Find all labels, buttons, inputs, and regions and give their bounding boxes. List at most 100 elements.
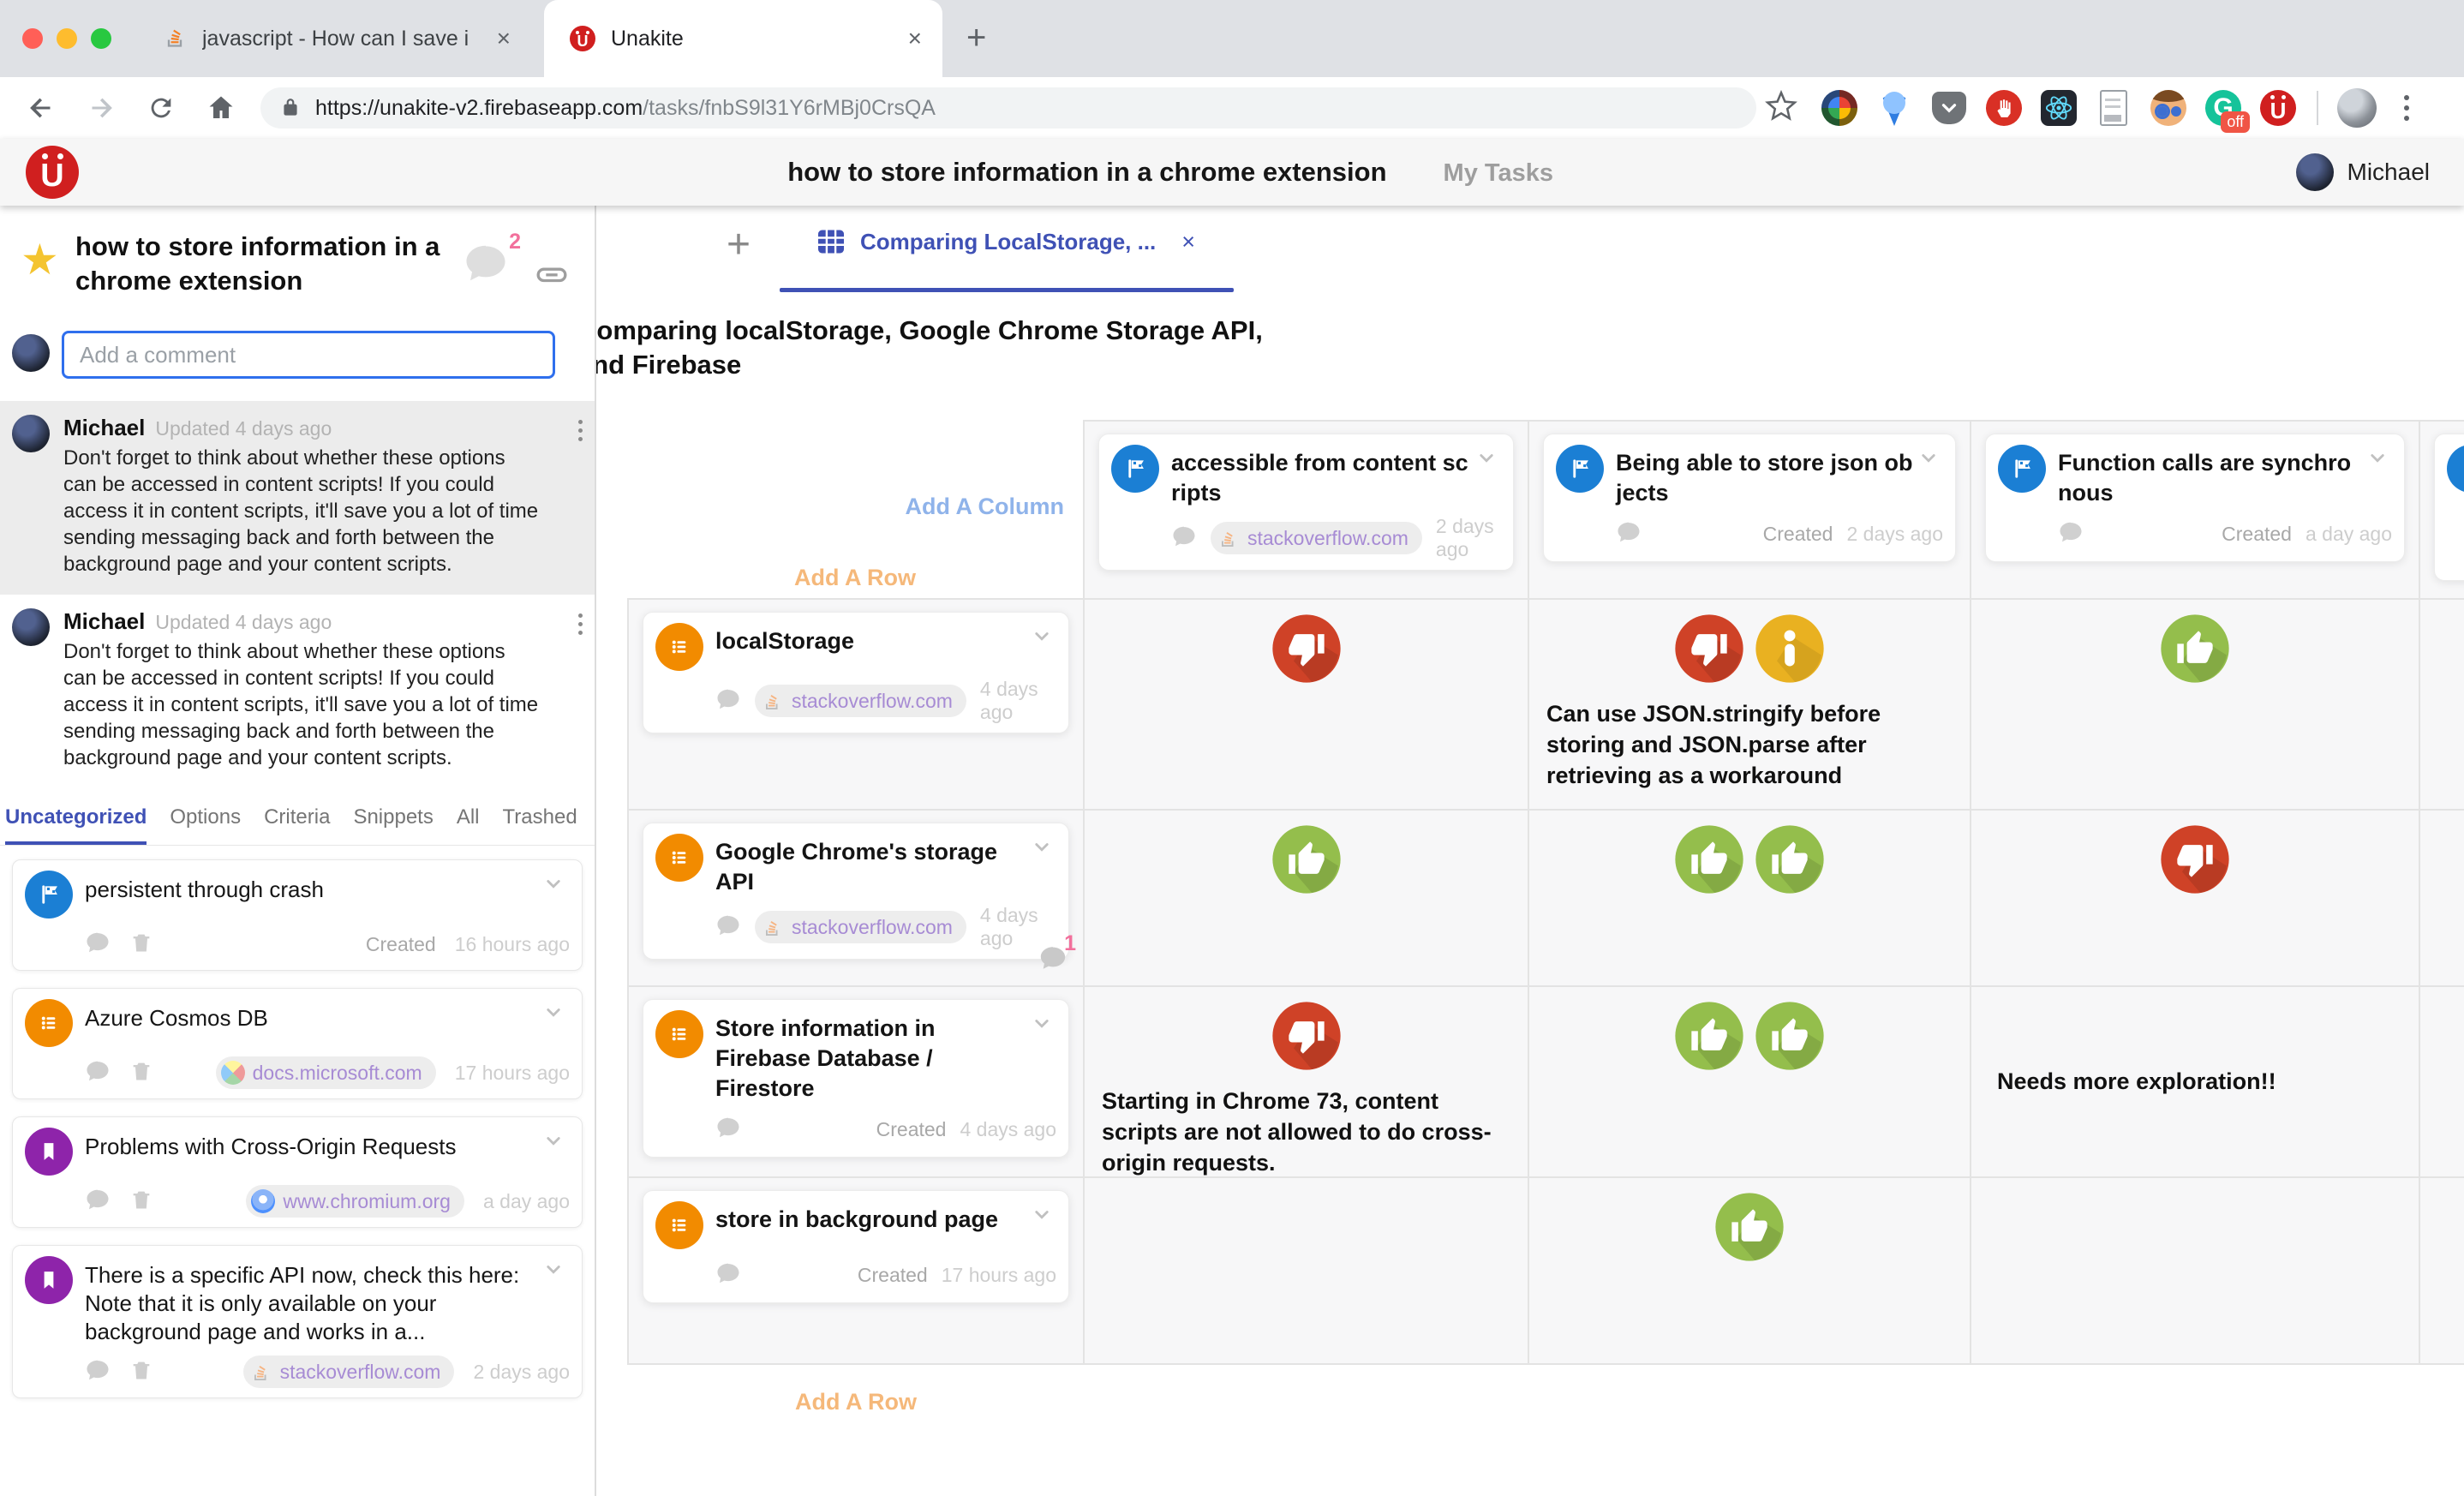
snippet-card-azure-cosmos-db[interactable]: Azure Cosmos DB docs.microsoft.com 17 ho… [12,988,583,1099]
chevron-down-icon[interactable] [1029,1010,1056,1104]
tab-options[interactable]: Options [170,805,241,841]
comment-menu-icon[interactable] [578,613,583,635]
option-card-localstorage[interactable]: localStorage stackoverflow.com 4 days ag… [643,612,1069,733]
close-tab-icon[interactable]: × [908,25,922,52]
link-icon[interactable] [535,257,569,296]
tab-criteria[interactable]: Criteria [264,805,330,841]
trash-icon[interactable] [129,1188,153,1216]
comment-bubble-icon[interactable] [2058,519,2084,549]
source-link-chip[interactable]: www.chromium.org [246,1185,464,1218]
chevron-down-icon[interactable] [1916,445,1943,508]
close-table-tab-icon[interactable]: × [1181,229,1195,255]
thumbs-up-icon[interactable] [1714,1192,1785,1266]
chevron-down-icon[interactable] [2365,445,2392,508]
row-comments-button[interactable]: 1 [1038,943,1068,977]
source-link-chip[interactable]: stackoverflow.com [755,685,966,717]
criterion-card-content-scripts[interactable]: accessible from content scripts stackove… [1098,434,1514,571]
browser-tab-unakite[interactable]: U Unakite × [544,0,942,77]
comment-bubble-icon[interactable] [715,1115,741,1145]
thumbs-down-icon[interactable] [1271,1001,1342,1075]
chevron-down-icon[interactable] [1029,834,1056,897]
source-link-chip[interactable]: stackoverflow.com [755,911,966,943]
pocket-extension-icon[interactable] [1929,88,1969,128]
trash-icon[interactable] [129,1059,153,1087]
chevron-down-icon[interactable] [541,1256,570,1286]
favorite-star-icon[interactable]: ★ [21,238,59,281]
source-link-chip[interactable]: stackoverflow.com [243,1355,455,1388]
trash-icon[interactable] [129,1358,153,1386]
snippet-card-cross-origin[interactable]: Problems with Cross-Origin Requests www.… [12,1116,583,1228]
thumbs-up-icon[interactable] [2160,613,2230,688]
new-tab-button[interactable]: + [966,19,986,57]
thumbs-up-icon[interactable] [1755,1001,1825,1075]
add-row-button-bottom[interactable]: Add A Row [627,1389,1085,1415]
browser-profile-avatar[interactable] [2337,88,2377,128]
reload-button[interactable] [142,89,180,127]
comments-toggle[interactable]: 2 [463,240,509,290]
comment-bubble-icon[interactable] [1171,524,1197,554]
sync-extension-icon[interactable] [1820,88,1859,128]
option-card-firebase[interactable]: Store information in Firebase Database /… [643,999,1069,1158]
map-pin-extension-icon[interactable] [1875,88,1914,128]
home-button[interactable] [202,89,240,127]
grammarly-extension-icon[interactable]: Goff [2204,88,2243,128]
react-devtools-extension-icon[interactable] [2039,88,2078,128]
close-tab-icon[interactable]: × [497,25,511,52]
criterion-card-synchronous[interactable]: Function calls are synchronous Created a… [1985,434,2405,562]
close-window-button[interactable] [22,28,43,49]
adblock-extension-icon[interactable] [1984,88,2024,128]
thumbs-up-icon[interactable] [1674,1001,1744,1075]
thumbs-down-icon[interactable] [1271,613,1342,688]
browser-menu-icon[interactable] [2404,95,2409,121]
address-bar[interactable]: https://unakite-v2.firebaseapp.com/tasks… [260,87,1756,129]
minimize-window-button[interactable] [57,28,77,49]
option-card-background-page[interactable]: store in background page Created 17 hour… [643,1190,1069,1303]
add-comment-input[interactable] [62,331,555,379]
unakite-logo[interactable]: U [26,146,79,199]
source-link-chip[interactable]: stackoverflow.com [1211,522,1422,554]
criterion-card-partial[interactable] [2434,434,2464,581]
nav-my-tasks[interactable]: My Tasks [1444,159,1553,188]
comment-item[interactable]: MichaelUpdated 4 days ago Don't forget t… [0,401,595,595]
comment-bubble-icon[interactable] [85,1357,111,1387]
option-card-chrome-storage-api[interactable]: Google Chrome's storage API stackoverflo… [643,823,1069,960]
chevron-down-icon[interactable] [541,999,570,1029]
back-button[interactable] [22,89,60,127]
tab-uncategorized[interactable]: Uncategorized [5,805,147,845]
user-menu[interactable]: Michael [2296,153,2430,191]
chevron-down-icon[interactable] [1474,445,1501,508]
info-icon[interactable] [1755,613,1825,688]
zoom-window-button[interactable] [91,28,111,49]
comment-bubble-icon[interactable] [715,1260,741,1290]
comment-item[interactable]: MichaelUpdated 4 days ago Don't forget t… [0,595,595,788]
comment-bubble-icon[interactable] [85,1187,111,1217]
document-extension-icon[interactable] [2094,88,2133,128]
unakite-extension-icon[interactable]: U [2258,88,2298,128]
add-column-button[interactable]: Add A Column [906,494,1064,520]
comment-bubble-icon[interactable] [715,913,741,942]
forward-button[interactable] [82,89,120,127]
comment-bubble-icon[interactable] [85,1058,111,1088]
comment-bubble-icon[interactable] [85,930,111,960]
thumbs-down-icon[interactable] [1674,613,1744,688]
tab-snippets[interactable]: Snippets [353,805,433,841]
add-row-button[interactable]: Add A Row [794,565,916,591]
chevron-down-icon[interactable] [1029,623,1056,671]
comment-menu-icon[interactable] [578,420,583,441]
user-avatar[interactable] [2296,153,2334,191]
source-link-chip[interactable]: docs.microsoft.com [216,1056,436,1089]
persona-extension-icon[interactable] [2149,88,2188,128]
thumbs-up-icon[interactable] [1674,824,1744,899]
chevron-down-icon[interactable] [541,1128,570,1158]
table-tab[interactable]: Comparing LocalStorage, ... × [816,226,1195,257]
trash-icon[interactable] [129,931,153,959]
thumbs-up-icon[interactable] [1755,824,1825,899]
chevron-down-icon[interactable] [1029,1201,1056,1249]
thumbs-up-icon[interactable] [1271,824,1342,899]
bookmark-star-icon[interactable] [1765,90,1797,127]
chevron-down-icon[interactable] [541,871,570,901]
comment-bubble-icon[interactable] [715,686,741,716]
thumbs-down-icon[interactable] [2160,824,2230,899]
snippet-card-persistent-through-crash[interactable]: persistent through crash Created 16 hour… [12,859,583,971]
comment-bubble-icon[interactable] [1616,519,1642,549]
